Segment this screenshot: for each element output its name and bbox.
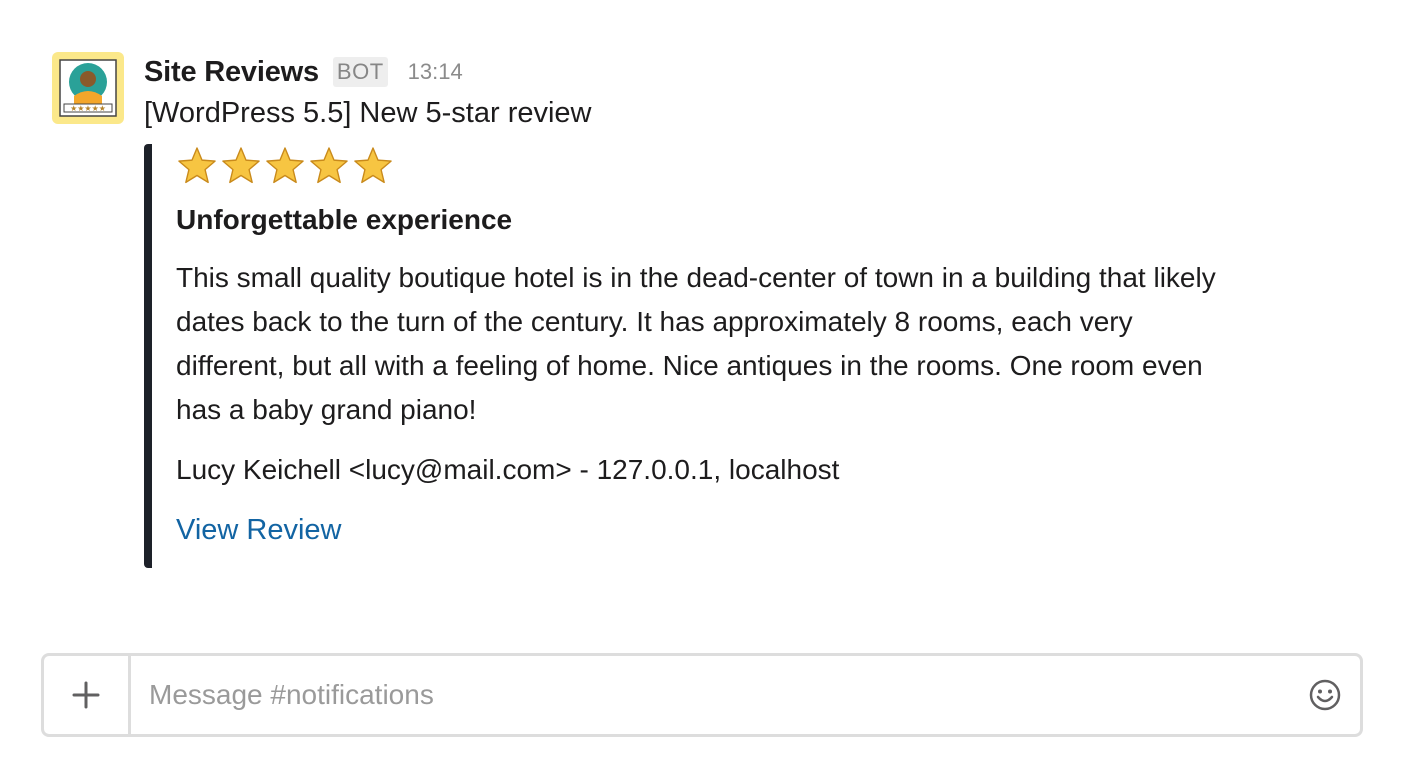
review-content: This small quality boutique hotel is in … xyxy=(176,262,1216,425)
bot-badge: BOT xyxy=(332,57,388,87)
star-icon xyxy=(310,147,348,184)
star-icon xyxy=(222,147,260,184)
message-text: [WordPress 5.5] New 5-star review xyxy=(144,97,592,129)
reviewer-avatar-icon[interactable]: ★★★★★ xyxy=(52,52,124,124)
message-composer xyxy=(41,653,1363,737)
star-icon xyxy=(354,147,392,184)
timestamp[interactable]: 13:14 xyxy=(408,59,463,85)
review-attachment: Unforgettable experience This small qual… xyxy=(144,144,1244,568)
review-title: Unforgettable experience xyxy=(176,204,513,235)
add-attachment-button[interactable] xyxy=(44,656,131,734)
star-icon xyxy=(178,147,216,184)
sender-name[interactable]: Site Reviews xyxy=(144,56,319,89)
svg-text:★★★★★: ★★★★★ xyxy=(70,104,106,113)
star-icon xyxy=(266,147,304,184)
message-input[interactable] xyxy=(131,656,1290,734)
emoji-button[interactable] xyxy=(1290,656,1360,734)
emoji-icon xyxy=(1309,679,1341,711)
message-body: Site Reviews BOT 13:14 [WordPress 5.5] N… xyxy=(144,52,1344,568)
plus-icon xyxy=(72,681,100,709)
view-review-link[interactable]: View Review xyxy=(176,508,341,552)
star-rating xyxy=(176,144,1244,188)
review-author: Lucy Keichell <lucy@mail.com> - 127.0.0.… xyxy=(176,454,840,485)
message-header: Site Reviews BOT 13:14 xyxy=(144,52,1344,92)
